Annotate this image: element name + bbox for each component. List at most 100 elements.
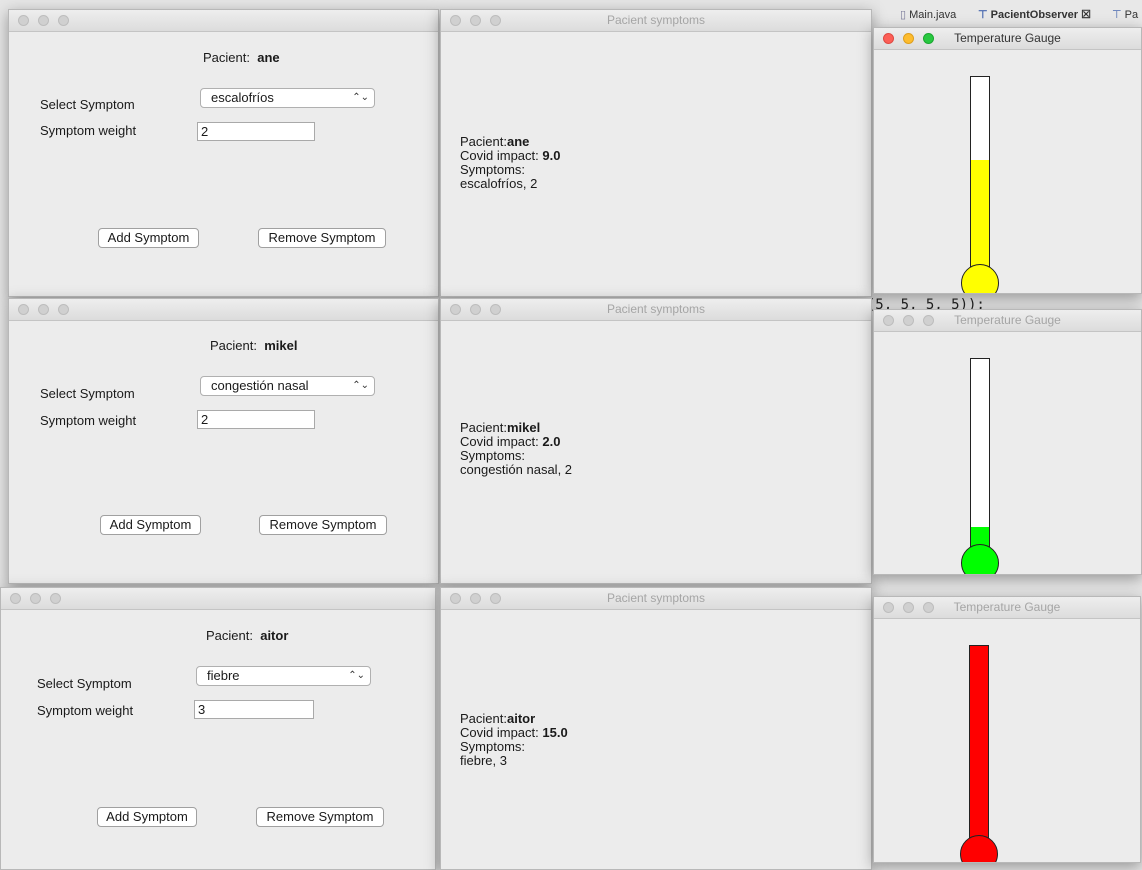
select-symptom-label: Select Symptom [40, 386, 135, 401]
window-title: Temperature Gauge [954, 313, 1061, 327]
info-symptoms-label: Symptoms: [460, 162, 526, 177]
symptom-select[interactable]: escalofríos ⌃⌄ [200, 88, 375, 108]
window-title: Temperature Gauge [954, 31, 1061, 45]
window-title: Pacient symptoms [606, 302, 706, 316]
zoom-button[interactable] [50, 593, 61, 604]
thermometer-bulb [961, 544, 999, 574]
updown-chevron-icon: ⌃⌄ [352, 92, 369, 103]
symptom-select[interactable]: fiebre ⌃⌄ [196, 666, 371, 686]
pacient-symptoms-window-aitor: Pacient symptoms Pacient:aitor Covid imp… [440, 587, 872, 870]
add-symptom-button[interactable]: Add Symptom [100, 515, 201, 535]
temperature-gauge-window-mikel: Temperature Gauge [873, 309, 1142, 575]
symptom-weight-field[interactable]: 2 [197, 122, 315, 141]
pacient-symptoms-window-ane: Pacient symptoms Pacient:ane Covid impac… [440, 9, 872, 297]
class-file-icon: ⊤ [978, 9, 991, 21]
pacient-window-ane: Pacient: ane Select Symptom escalofríos … [8, 9, 439, 297]
temperature-gauge-window-ane: Temperature Gauge [873, 27, 1142, 294]
zoom-button[interactable] [58, 304, 69, 315]
close-button[interactable] [883, 33, 894, 44]
minimize-button[interactable] [903, 602, 914, 613]
window-titlebar: Temperature Gauge [874, 28, 1141, 50]
info-pacient: Pacient:aitor [460, 711, 536, 726]
tab-pa[interactable]: ⊤ Pa [1112, 8, 1138, 21]
minimize-button[interactable] [903, 315, 914, 326]
pacient-symptoms-window-mikel: Pacient symptoms Pacient:mikel Covid imp… [440, 298, 872, 584]
symptoms-info: Pacient:ane Covid impact: 9.0 Symptoms: … [460, 135, 560, 191]
class-file-icon: ⊤ [1112, 9, 1125, 21]
zoom-button[interactable] [923, 33, 934, 44]
window-titlebar: Temperature Gauge [874, 310, 1141, 332]
close-button[interactable] [883, 602, 894, 613]
thermometer-level [970, 646, 988, 844]
info-symptoms-list: congestión nasal, 2 [460, 462, 573, 477]
symptom-weight-field[interactable]: 3 [194, 700, 314, 719]
symptoms-info: Pacient:aitor Covid impact: 15.0 Symptom… [460, 712, 568, 768]
zoom-button[interactable] [490, 593, 501, 604]
info-symptoms-list: fiebre, 3 [460, 753, 507, 768]
select-symptom-label: Select Symptom [40, 97, 135, 112]
thermometer-tube [969, 645, 989, 845]
editor-tab-bar: ▯ Main.java ⊤ PacientObserver ☒ ⊤ Pa [880, 0, 1142, 24]
window-title: Temperature Gauge [953, 600, 1061, 614]
close-button[interactable] [10, 593, 21, 604]
info-symptoms-list: escalofríos, 2 [460, 176, 538, 191]
symptom-weight-label: Symptom weight [37, 703, 134, 718]
updown-chevron-icon: ⌃⌄ [352, 380, 369, 391]
minimize-button[interactable] [470, 304, 481, 315]
close-button[interactable] [450, 593, 461, 604]
symptom-select[interactable]: congestión nasal ⌃⌄ [200, 376, 375, 396]
info-pacient: Pacient:ane [460, 134, 530, 149]
add-symptom-button[interactable]: Add Symptom [97, 807, 197, 827]
info-covid-impact: Covid impact: 9.0 [460, 148, 561, 163]
window-titlebar: Pacient symptoms [441, 299, 871, 321]
zoom-button[interactable] [923, 315, 934, 326]
minimize-button[interactable] [38, 304, 49, 315]
info-pacient: Pacient:mikel [460, 420, 541, 435]
window-titlebar [9, 299, 438, 321]
zoom-button[interactable] [58, 15, 69, 26]
minimize-button[interactable] [470, 593, 481, 604]
close-button[interactable] [18, 304, 29, 315]
zoom-button[interactable] [490, 304, 501, 315]
updown-chevron-icon: ⌃⌄ [348, 670, 365, 681]
zoom-button[interactable] [923, 602, 934, 613]
add-symptom-button[interactable]: Add Symptom [98, 228, 199, 248]
minimize-button[interactable] [30, 593, 41, 604]
info-symptoms-label: Symptoms: [460, 448, 526, 463]
symptom-weight-label: Symptom weight [40, 413, 137, 428]
remove-symptom-button[interactable]: Remove Symptom [259, 515, 387, 535]
symptoms-info: Pacient:mikel Covid impact: 2.0 Symptoms… [460, 421, 572, 477]
close-button[interactable] [18, 15, 29, 26]
info-covid-impact: Covid impact: 2.0 [460, 434, 561, 449]
tab-main-java[interactable]: ▯ Main.java [900, 8, 956, 21]
minimize-button[interactable] [38, 15, 49, 26]
info-covid-impact: Covid impact: 15.0 [460, 725, 568, 740]
thermometer-level [971, 160, 989, 275]
symptom-weight-label: Symptom weight [40, 123, 137, 138]
close-button[interactable] [450, 15, 461, 26]
tab-pacient-observer[interactable]: ⊤ PacientObserver ☒ [978, 8, 1091, 21]
close-button[interactable] [450, 304, 461, 315]
info-symptoms-label: Symptoms: [460, 739, 526, 754]
thermometer-tube [970, 76, 990, 276]
zoom-button[interactable] [490, 15, 501, 26]
thermometer-bulb [960, 835, 998, 862]
pacient-name-label: Pacient: ane [203, 50, 280, 65]
window-title: Pacient symptoms [606, 591, 706, 605]
java-file-icon: ▯ [900, 9, 910, 21]
window-titlebar [1, 588, 435, 610]
window-titlebar: Pacient symptoms [441, 588, 871, 610]
minimize-button[interactable] [470, 15, 481, 26]
thermometer-tube [970, 358, 990, 558]
remove-symptom-button[interactable]: Remove Symptom [258, 228, 386, 248]
pacient-window-aitor: Pacient: aitor Select Symptom fiebre ⌃⌄ … [0, 587, 436, 870]
window-titlebar: Pacient symptoms [441, 10, 871, 32]
symptom-weight-field[interactable]: 2 [197, 410, 315, 429]
thermometer-bulb [961, 264, 999, 293]
select-symptom-label: Select Symptom [37, 676, 132, 691]
pacient-window-mikel: Pacient: mikel Select Symptom congestión… [8, 298, 439, 584]
window-titlebar: Temperature Gauge [874, 597, 1140, 619]
close-button[interactable] [883, 315, 894, 326]
remove-symptom-button[interactable]: Remove Symptom [256, 807, 384, 827]
minimize-button[interactable] [903, 33, 914, 44]
